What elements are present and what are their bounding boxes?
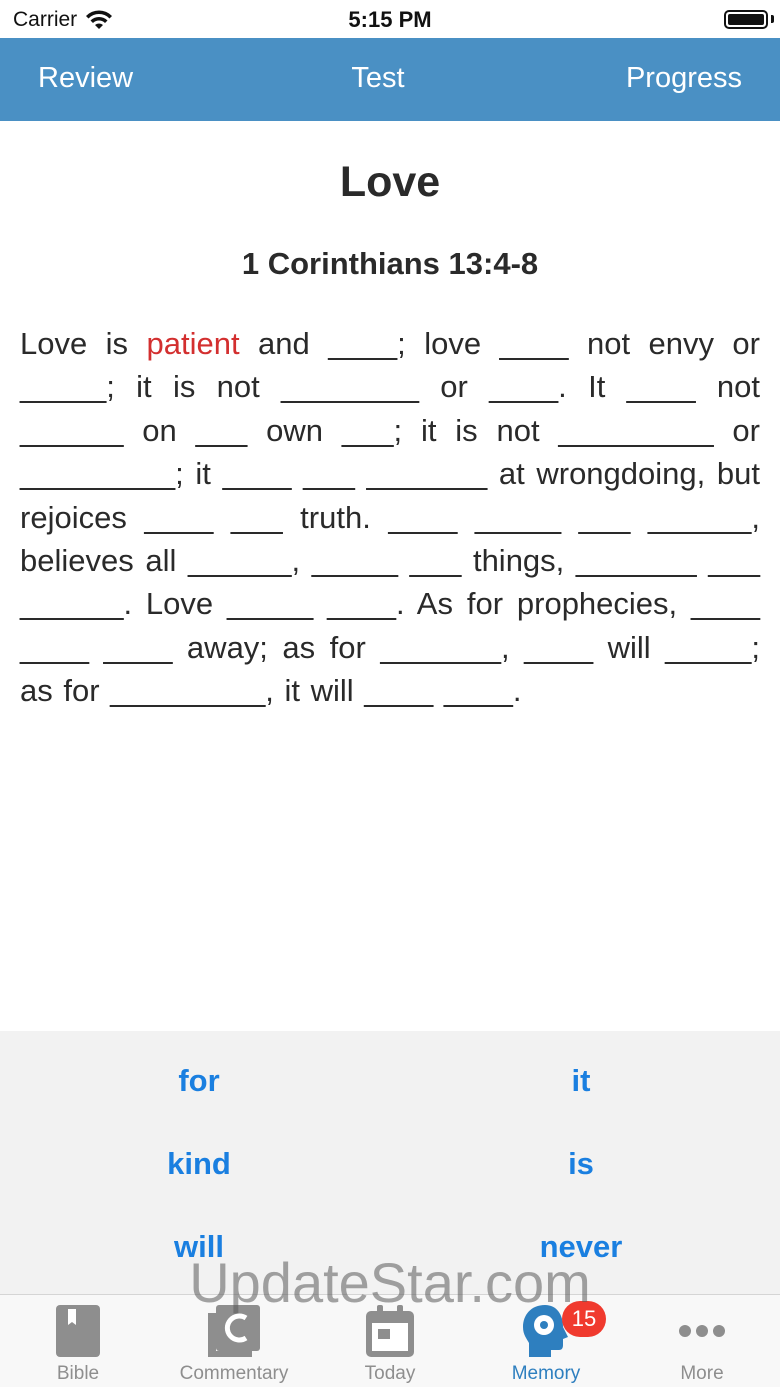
bottom-tab-today[interactable]: Today <box>312 1295 468 1387</box>
more-dots-icon <box>679 1325 725 1337</box>
status-bar: Carrier 5:15 PM <box>0 0 780 38</box>
bottom-tab-bar: Bible Commentary Today 15 Memory More <box>0 1294 780 1387</box>
book-icon <box>56 1305 100 1357</box>
choice-button[interactable]: it <box>386 1063 776 1099</box>
calendar-icon <box>366 1305 414 1357</box>
verse-text-after: and ____; love ____ not envy or _____; i… <box>20 326 760 709</box>
status-time: 5:15 PM <box>348 7 432 32</box>
bottom-tab-label: More <box>680 1363 724 1384</box>
choice-button[interactable]: kind <box>4 1146 394 1182</box>
bottom-tab-commentary[interactable]: Commentary <box>156 1295 312 1387</box>
memory-badge: 15 <box>562 1301 606 1337</box>
bottom-tab-bible[interactable]: Bible <box>0 1295 156 1387</box>
choice-button[interactable]: will <box>4 1229 394 1265</box>
bottom-tab-label: Memory <box>511 1363 581 1384</box>
bottom-tab-label: Today <box>364 1363 416 1384</box>
bottom-tab-memory[interactable]: 15 Memory <box>468 1295 624 1387</box>
top-tab-bar: Review Test Progress <box>0 38 780 121</box>
verse-title: Love <box>339 158 441 206</box>
battery-icon <box>724 10 768 29</box>
choice-button[interactable]: never <box>386 1229 776 1265</box>
verse-highlight-word: patient <box>146 326 240 361</box>
verse-text: Love is patient and ____; love ____ not … <box>20 322 760 713</box>
bottom-tab-more[interactable]: More <box>624 1295 780 1387</box>
choice-button[interactable]: for <box>4 1063 394 1099</box>
choice-button[interactable]: is <box>386 1146 776 1182</box>
tab-progress[interactable]: Progress <box>626 62 742 95</box>
battery-tip <box>771 15 774 23</box>
bottom-tab-label: Bible <box>56 1363 100 1384</box>
commentary-icon <box>208 1305 260 1357</box>
word-choices-panel: for it kind is will never <box>0 1031 780 1294</box>
verse-text-before: Love is <box>20 326 147 361</box>
bottom-tab-label: Commentary <box>179 1363 289 1384</box>
verse-reference: 1 Corinthians 13:4-8 <box>241 246 539 281</box>
